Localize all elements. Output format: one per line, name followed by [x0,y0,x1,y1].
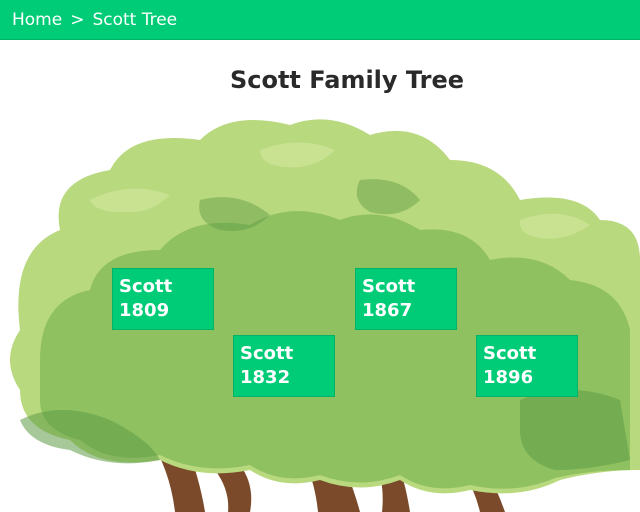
member-year: 1832 [240,367,291,388]
member-year: 1867 [362,300,413,321]
tree-illustration [10,119,640,512]
family-member-card[interactable]: Scott 1867 [355,268,457,330]
page-title: Scott Family Tree [229,66,465,94]
member-surname: Scott [240,343,294,364]
family-member-card[interactable]: Scott 1809 [112,268,214,330]
member-surname: Scott [119,276,173,297]
tree-foliage [10,119,640,494]
breadcrumb-bar: Home > Scott Tree [0,0,640,40]
member-surname: Scott [362,276,416,297]
breadcrumb-separator: > [70,9,85,30]
member-year: 1896 [483,367,534,388]
breadcrumb-current: Scott Tree [92,9,178,30]
member-year: 1809 [119,300,170,321]
breadcrumb-home-link[interactable]: Home [12,10,62,30]
family-member-card[interactable]: Scott 1832 [233,335,335,397]
member-surname: Scott [483,343,537,364]
family-member-card[interactable]: Scott 1896 [476,335,578,397]
